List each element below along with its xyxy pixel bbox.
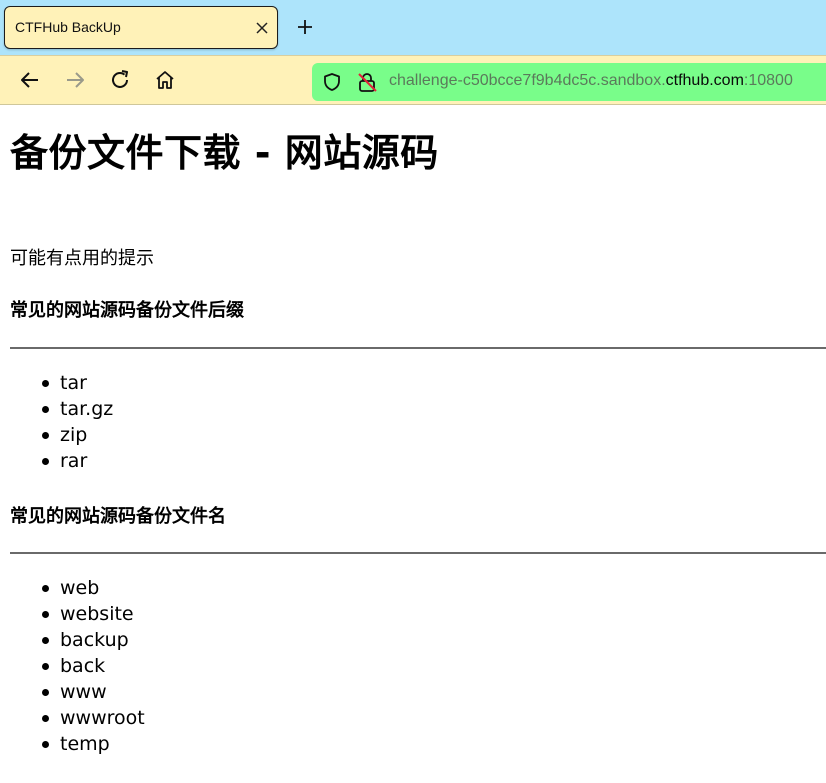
reload-icon[interactable] (108, 68, 132, 92)
insecure-lock-icon[interactable] (356, 71, 378, 93)
page-title: 备份文件下载 - 网站源码 (10, 131, 439, 175)
list-item: zip (42, 422, 113, 448)
list-item: website (42, 601, 145, 627)
shield-icon[interactable] (322, 72, 342, 92)
filename-list: web website backup back www wwwroot temp (42, 575, 145, 757)
list-item: tar (42, 370, 113, 396)
arrow-left-icon[interactable] (18, 68, 42, 92)
list-item: web (42, 575, 145, 601)
list-item: tar.gz (42, 396, 113, 422)
list-item: wwwroot (42, 705, 145, 731)
list-item: back (42, 653, 145, 679)
suffix-list: tar tar.gz zip rar (42, 370, 113, 474)
close-icon[interactable] (253, 19, 271, 37)
url-port: :10800 (743, 72, 793, 89)
url-text[interactable]: challenge-c50bcce7f9b4dc5c.sandbox.ctfhu… (389, 72, 793, 90)
url-bar[interactable]: challenge-c50bcce7f9b4dc5c.sandbox.ctfhu… (312, 63, 826, 101)
arrow-right-icon[interactable] (63, 68, 87, 92)
list-item: temp (42, 731, 145, 757)
divider (10, 347, 826, 349)
hint-text: 可能有点用的提示 (10, 248, 154, 269)
divider (10, 552, 826, 554)
list-item: backup (42, 627, 145, 653)
list-item: www (42, 679, 145, 705)
list-item: rar (42, 448, 113, 474)
tab-title: CTFHub BackUp (15, 19, 121, 35)
home-icon[interactable] (153, 68, 177, 92)
section-heading-filenames: 常见的网站源码备份文件名 (10, 506, 226, 527)
tab-strip: CTFHub BackUp (0, 0, 826, 55)
page-content: 备份文件下载 - 网站源码 可能有点用的提示 常见的网站源码备份文件后缀 tar… (0, 106, 826, 783)
url-subdomain: challenge-c50bcce7f9b4dc5c.sandbox. (389, 72, 666, 89)
section-heading-suffixes: 常见的网站源码备份文件后缀 (10, 300, 244, 321)
browser-tab[interactable]: CTFHub BackUp (4, 6, 278, 49)
plus-icon[interactable] (295, 17, 315, 37)
navigation-toolbar: challenge-c50bcce7f9b4dc5c.sandbox.ctfhu… (0, 55, 826, 105)
url-domain: ctfhub.com (665, 72, 744, 89)
